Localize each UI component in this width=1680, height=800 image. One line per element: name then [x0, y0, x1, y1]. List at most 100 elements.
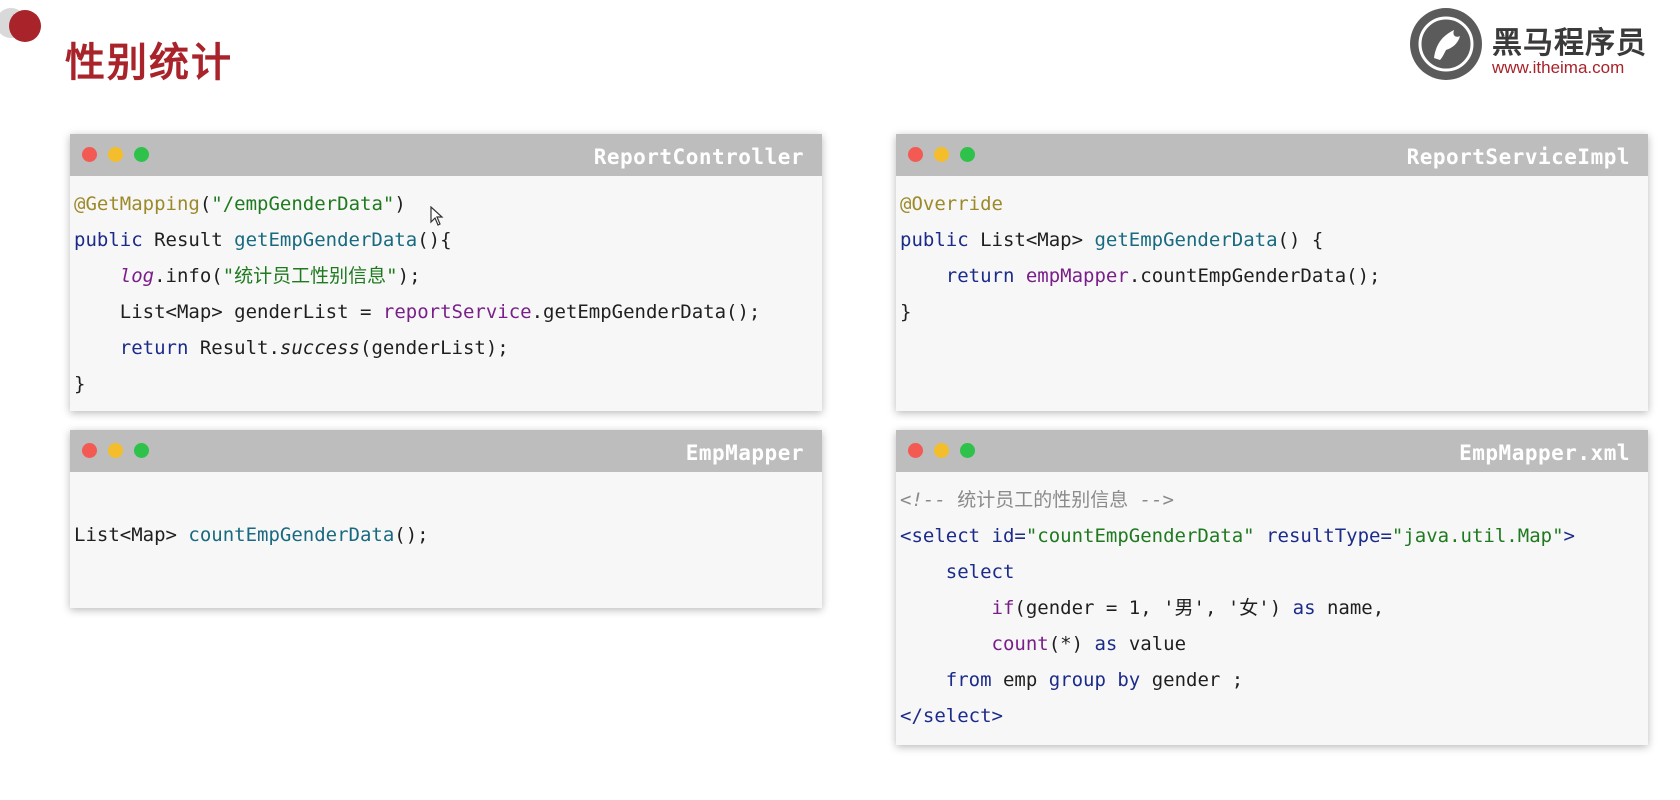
code-text: Result [142, 229, 235, 251]
code-line: return Result.success(genderList); [74, 330, 822, 366]
close-light-icon [908, 147, 923, 162]
code-text: List<Map> genderList = [119, 301, 383, 323]
code-text: (genderList); [360, 337, 509, 359]
sql-keyword: select [945, 561, 1015, 583]
xml-attribute: id= [991, 525, 1026, 547]
xml-comment: <!-- [900, 489, 958, 511]
itheima-logo: 黑马程序员 www.itheima.com [1410, 8, 1660, 80]
report-service-impl-panel: ReportServiceImpl @Override public List<… [896, 134, 1648, 411]
close-light-icon [82, 147, 97, 162]
code-text: } [74, 373, 86, 395]
xml-tag: </select> [900, 705, 1003, 727]
xml-comment: --> [1128, 489, 1174, 511]
xml-comment: 统计员工的性别信息 [957, 489, 1129, 511]
method-name: countEmpGenderData [188, 524, 395, 546]
code-line: @Override [900, 186, 1648, 222]
minimize-light-icon [934, 147, 949, 162]
attribute-value: "java.util.Map" [1391, 525, 1564, 547]
code-block: <!-- 统计员工的性别信息 --> <select id="countEmpG… [896, 472, 1648, 734]
panel-header: ReportServiceImpl [896, 134, 1648, 176]
sql-keyword: group by [1048, 669, 1141, 691]
code-text: Result. [188, 337, 280, 359]
attribute-value: "countEmpGenderData" [1025, 525, 1255, 547]
code-text: value [1117, 633, 1187, 655]
code-block: @GetMapping("/empGenderData") public Res… [70, 176, 822, 402]
logo-name: 黑马程序员 [1492, 26, 1647, 61]
maximize-light-icon [134, 147, 149, 162]
xml-tag: <select [900, 525, 992, 547]
minimize-light-icon [108, 443, 123, 458]
panel-title: ReportController [593, 145, 804, 169]
page-title: 性别统计 [65, 40, 233, 86]
code-line: count(*) as value [900, 626, 1648, 662]
panel-header: EmpMapper [70, 430, 822, 472]
keyword: public [900, 229, 969, 251]
code-line: <!-- 统计员工的性别信息 --> [900, 482, 1648, 518]
panel-title: ReportServiceImpl [1406, 145, 1630, 169]
horse-logo-icon [1410, 8, 1482, 80]
code-line: log.info("统计员工性别信息"); [74, 258, 822, 294]
code-line: @GetMapping("/empGenderData") [74, 186, 822, 222]
window-controls [908, 147, 975, 162]
close-light-icon [908, 443, 923, 458]
code-text: (){ [417, 229, 452, 251]
code-line: if(gender = 1, '男', '女') as name, [900, 590, 1648, 626]
code-block: List<Map> countEmpGenderData(); [70, 472, 822, 553]
keyword: return [119, 337, 189, 359]
code-block: @Override public List<Map> getEmpGenderD… [896, 176, 1648, 330]
string-literal: "/empGenderData" [211, 193, 395, 215]
code-text: (*) [1048, 633, 1095, 655]
maximize-light-icon [134, 443, 149, 458]
minimize-light-icon [934, 443, 949, 458]
close-light-icon [82, 443, 97, 458]
window-controls [908, 443, 975, 458]
field-name: empMapper [1025, 265, 1129, 287]
code-text: () { [1277, 229, 1324, 251]
corner-decoration-red [9, 10, 41, 42]
code-text: ); [397, 265, 421, 287]
code-text: name, [1315, 597, 1385, 619]
xml-tag: > [1563, 525, 1575, 547]
keyword: return [945, 265, 1015, 287]
code-text: ( [199, 193, 212, 215]
code-line: } [74, 366, 822, 402]
sql-keyword: as [1292, 597, 1316, 619]
code-line: List<Map> genderList = reportService.get… [74, 294, 822, 330]
panel-header: ReportController [70, 134, 822, 176]
annotation: @GetMapping [74, 193, 200, 215]
window-controls [82, 147, 149, 162]
code-text: (gender = 1, '男', '女') [1014, 597, 1293, 619]
emp-mapper-panel: EmpMapper List<Map> countEmpGenderData()… [70, 430, 822, 608]
code-text: } [900, 301, 912, 323]
code-text: .info( [154, 265, 223, 287]
logo-url: www.itheima.com [1492, 58, 1625, 77]
code-text: ) [394, 193, 406, 215]
code-line: select [900, 554, 1648, 590]
field-name: reportService [382, 301, 532, 323]
code-line: } [900, 294, 1648, 330]
code-line: <select id="countEmpGenderData" resultTy… [900, 518, 1648, 554]
maximize-light-icon [960, 443, 975, 458]
panel-title: EmpMapper [685, 441, 804, 465]
sql-function: count [991, 633, 1049, 655]
code-text: (); [394, 524, 429, 546]
sql-keyword: from [945, 669, 992, 691]
static-method: success [279, 337, 360, 359]
code-text: .countEmpGenderData(); [1128, 265, 1381, 287]
panel-title: EmpMapper.xml [1459, 441, 1630, 465]
emp-mapper-xml-panel: EmpMapper.xml <!-- 统计员工的性别信息 --> <select… [896, 430, 1648, 745]
maximize-light-icon [960, 147, 975, 162]
sql-function: if [991, 597, 1015, 619]
sql-keyword: as [1094, 633, 1118, 655]
field-name: log [119, 265, 155, 287]
code-text: .getEmpGenderData(); [531, 301, 761, 323]
annotation: @Override [900, 193, 1003, 215]
